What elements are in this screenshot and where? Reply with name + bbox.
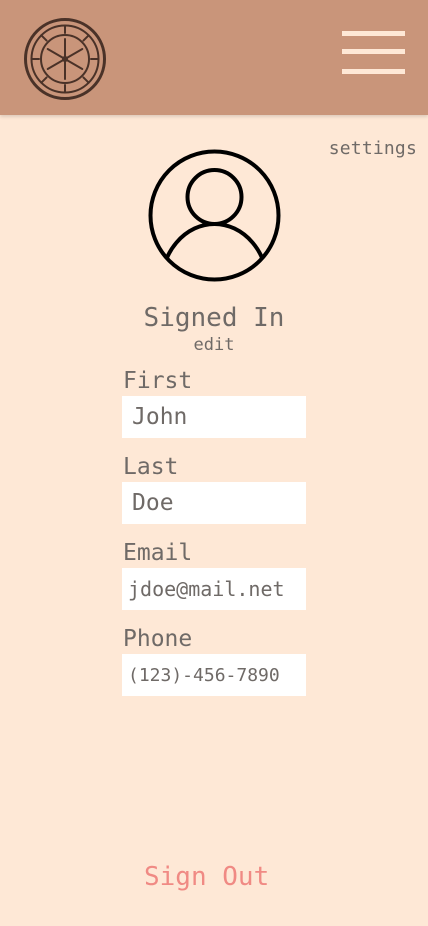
ship-wheel-icon[interactable] [23, 17, 107, 101]
email-field[interactable]: jdoe@mail.net [122, 568, 306, 610]
settings-link[interactable]: settings [329, 138, 417, 159]
sign-in-status: Signed In [143, 303, 285, 333]
menu-bar [342, 69, 405, 74]
first-name-label: First [123, 368, 193, 394]
user-avatar-icon [147, 148, 282, 283]
sign-out-button[interactable]: Sign Out [144, 862, 269, 892]
menu-bar [342, 49, 405, 54]
menu-bar [342, 31, 405, 36]
last-name-field[interactable]: Doe [122, 482, 306, 524]
hamburger-menu-icon[interactable] [340, 31, 406, 77]
top-header [0, 0, 428, 115]
first-name-field[interactable]: John [122, 396, 306, 438]
email-label: Email [123, 540, 193, 566]
edit-profile-link[interactable]: edit [0, 335, 428, 355]
phone-field[interactable]: (123)-456-7890 [122, 654, 306, 696]
phone-label: Phone [123, 626, 193, 652]
last-name-label: Last [123, 454, 179, 480]
